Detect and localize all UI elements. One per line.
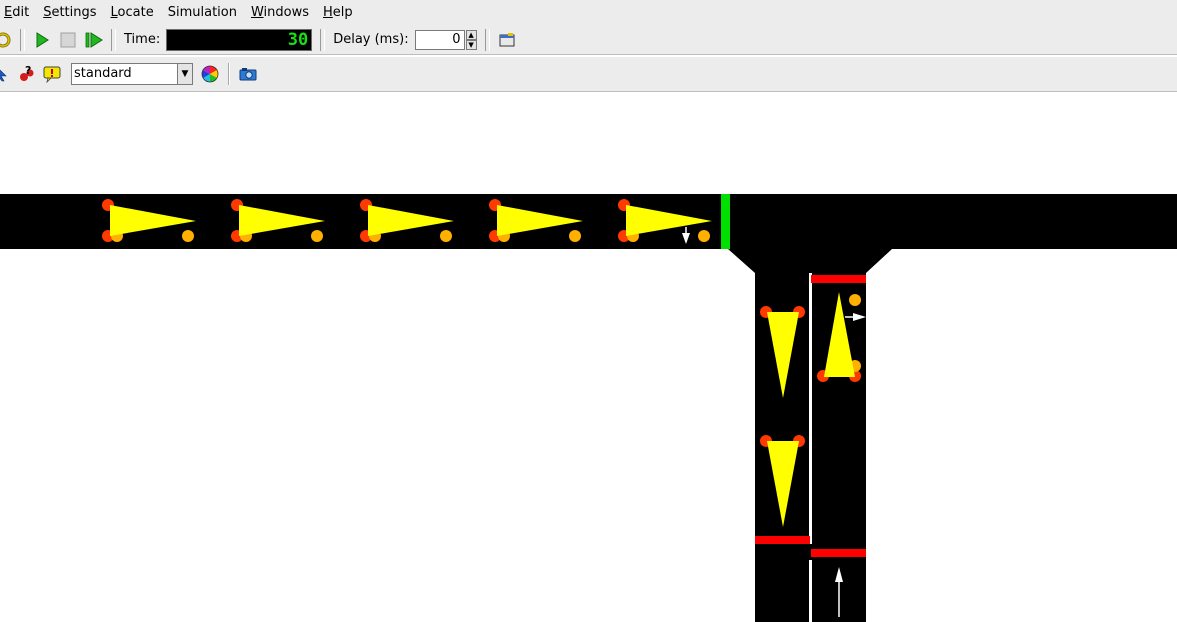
open-window-button[interactable]: [496, 29, 518, 51]
menu-locate-label: ocate: [117, 5, 154, 20]
menu-windows[interactable]: Windows: [244, 0, 316, 25]
delay-input[interactable]: 0: [414, 29, 465, 50]
menu-simulation[interactable]: Simulation: [161, 0, 244, 25]
signal-red-south-right: [811, 549, 866, 557]
menu-settings-label: ettings: [51, 5, 97, 20]
step-icon: [85, 31, 103, 48]
tooltip-icon: [43, 66, 61, 83]
reload-icon: [0, 32, 11, 47]
color-scheme-value: standard: [74, 66, 132, 81]
time-value: 30: [287, 29, 309, 50]
toolbar-grip: [320, 28, 326, 51]
stop-button[interactable]: [57, 29, 79, 51]
play-icon: [36, 31, 49, 48]
view-toolbar: ? standard ▼: [0, 57, 1177, 92]
simulation-view[interactable]: [0, 93, 1177, 622]
menu-locate[interactable]: Locate: [104, 0, 161, 25]
time-label: Time:: [124, 32, 161, 47]
select-icon: [0, 69, 7, 82]
color-scheme-select[interactable]: standard ▼: [71, 63, 193, 85]
signal-red-junction: [811, 275, 866, 283]
signal-red-south-left: [755, 536, 810, 544]
menu-help[interactable]: Help: [316, 0, 360, 25]
menu-windows-label: indows: [263, 5, 310, 20]
menu-help-label: elp: [332, 5, 353, 20]
time-display: 30: [166, 28, 313, 51]
locate-icon: ?: [20, 65, 34, 81]
lane-divider-lower: [809, 560, 812, 622]
road-network: [0, 194, 1177, 622]
chevron-down-icon[interactable]: ▼: [177, 64, 192, 84]
menu-edit-label: dit: [12, 5, 30, 20]
screenshot-button[interactable]: [237, 63, 259, 85]
menu-simulation-label: Simulation: [167, 5, 237, 20]
camera-icon: [239, 68, 257, 81]
spin-up-icon[interactable]: ▲: [465, 29, 477, 40]
lane-divider: [809, 273, 812, 544]
svg-text:?: ?: [25, 65, 31, 77]
menu-help-mnemonic: H: [323, 5, 333, 20]
menu-edit[interactable]: Edit: [0, 0, 36, 25]
menu-windows-mnemonic: W: [250, 5, 264, 20]
step-button[interactable]: [83, 29, 105, 51]
signal-green-east: [721, 194, 730, 249]
delay-spinner[interactable]: ▲ ▼: [465, 29, 477, 50]
open-window-icon: [499, 32, 515, 46]
menu-settings[interactable]: Settings: [36, 0, 103, 25]
menubar: Edit Settings Locate Simulation Windows …: [0, 0, 1177, 26]
toolbar-grip: [484, 28, 490, 51]
simulation-toolbar: Time: 30 Delay (ms): 0 ▲ ▼: [0, 25, 1177, 55]
locate-button[interactable]: ?: [15, 63, 37, 85]
color-wheel-icon: [201, 65, 219, 83]
stop-icon: [60, 32, 76, 47]
reload-button[interactable]: [0, 29, 14, 51]
menu-edit-mnemonic: E: [4, 5, 13, 20]
delay-label: Delay (ms):: [333, 32, 409, 47]
toolbar-grip: [111, 28, 116, 51]
run-button[interactable]: [31, 29, 53, 51]
tooltip-button[interactable]: [41, 63, 63, 85]
select-button[interactable]: [0, 63, 11, 85]
toolbar-grip: [20, 28, 25, 51]
toolbar-separator: [228, 63, 230, 85]
menu-locate-mnemonic: L: [110, 5, 118, 20]
color-wheel-button[interactable]: [199, 63, 221, 85]
spin-down-icon[interactable]: ▼: [465, 39, 477, 50]
